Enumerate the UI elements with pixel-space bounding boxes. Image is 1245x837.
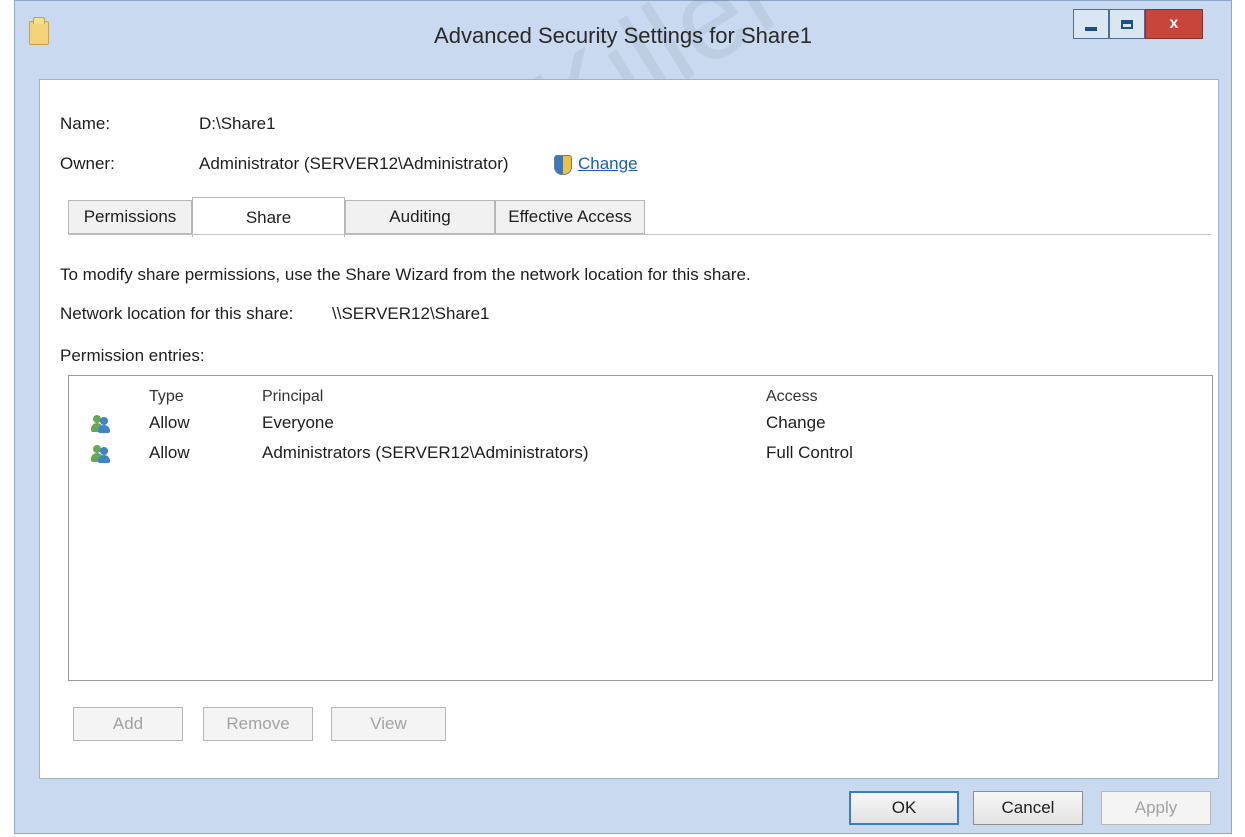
permission-entries-label: Permission entries: (60, 346, 205, 365)
row-principal: Everyone (262, 413, 334, 432)
tab-share[interactable]: Share (192, 197, 345, 237)
row-type: Allow (149, 443, 190, 462)
owner-label: Owner: (60, 154, 115, 173)
share-info-text: To modify share permissions, use the Sha… (60, 265, 751, 284)
remove-button[interactable]: Remove (203, 707, 313, 741)
close-button[interactable]: x (1145, 9, 1203, 39)
cancel-button-label: Cancel (1001, 798, 1055, 817)
tab-effective-access[interactable]: Effective Access (495, 200, 645, 234)
ok-button-label: OK (891, 798, 917, 817)
remove-button-label: Remove (226, 714, 290, 733)
minimize-icon (1085, 27, 1097, 31)
view-button-label: View (370, 714, 407, 733)
column-header-type[interactable]: Type (149, 388, 184, 406)
maximize-button[interactable] (1109, 9, 1145, 39)
cancel-button[interactable]: Cancel (973, 791, 1083, 825)
view-button[interactable]: View (331, 707, 446, 741)
row-access: Full Control (766, 443, 853, 462)
window-title: Advanced Security Settings for Share1 (434, 23, 812, 48)
permission-entries-list[interactable]: Type Principal Access Allow Everyone Cha… (68, 375, 1213, 681)
add-button[interactable]: Add (73, 707, 183, 741)
title-bar: Advanced Security Settings for Share1 x (15, 1, 1231, 71)
minimize-button[interactable] (1073, 9, 1109, 39)
row-type: Allow (149, 413, 190, 432)
tab-permissions[interactable]: Permissions (68, 200, 192, 234)
uac-shield-icon (554, 155, 572, 175)
apply-button[interactable]: Apply (1101, 791, 1211, 825)
users-icon (91, 445, 111, 463)
row-principal: Administrators (SERVER12\Administrators) (262, 443, 589, 462)
users-icon (91, 415, 111, 433)
apply-button-label: Apply (1134, 798, 1178, 817)
network-location-label: Network location for this share: (60, 304, 294, 323)
dialog-content: Name: D:\Share1 Owner: Administrator (SE… (39, 79, 1219, 779)
tab-auditing[interactable]: Auditing (345, 200, 495, 234)
add-button-label: Add (112, 714, 144, 733)
name-value: D:\Share1 (199, 114, 276, 133)
column-header-principal[interactable]: Principal (262, 388, 323, 406)
row-access: Change (766, 413, 826, 432)
maximize-icon (1121, 19, 1133, 29)
tab-divider (68, 234, 1211, 235)
dialog-window: Advanced Security Settings for Share1 x … (14, 0, 1232, 834)
name-label: Name: (60, 114, 111, 133)
change-owner-link[interactable]: Change (578, 154, 638, 174)
column-header-access[interactable]: Access (766, 388, 818, 406)
network-location-value: \\SERVER12\Share1 (332, 304, 490, 323)
ok-button[interactable]: OK (849, 791, 959, 825)
owner-value: Administrator (SERVER12\Administrator) (199, 154, 509, 173)
